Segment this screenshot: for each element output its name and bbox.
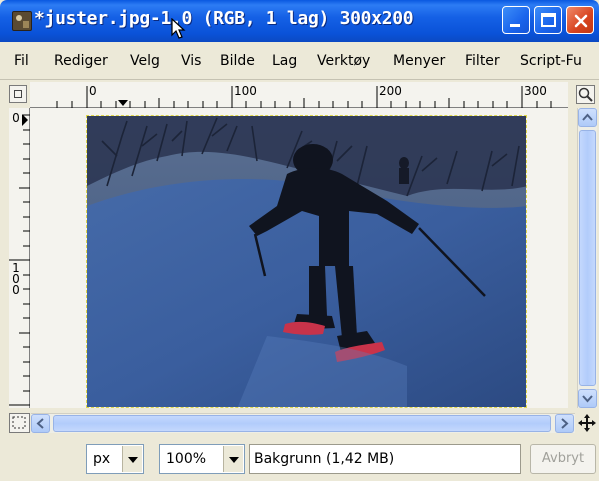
quick-mask-icon[interactable]: [9, 85, 27, 103]
menu-rediger[interactable]: Rediger: [54, 53, 108, 69]
vertical-ruler: 0 1 0 0: [9, 108, 30, 408]
minimize-icon: [510, 24, 520, 27]
zoom-value: 100%: [166, 451, 207, 467]
scroll-down-icon[interactable]: [578, 389, 597, 408]
zoom-icon[interactable]: [576, 85, 595, 104]
scroll-up-icon[interactable]: [578, 108, 597, 127]
layer-info-text: Bakgrunn (1,42 MB): [254, 451, 395, 467]
menu-script-fu[interactable]: Script-Fu: [520, 53, 582, 69]
menu-lag[interactable]: Lag: [272, 53, 297, 69]
cancel-button[interactable]: Avbryt: [530, 444, 596, 474]
skier-photo: [87, 116, 526, 407]
vruler-label-100: 1 0 0: [12, 261, 20, 297]
menu-menyer[interactable]: Menyer: [393, 53, 445, 69]
vertical-scrollbar[interactable]: [577, 108, 597, 408]
vruler-label-0: 0: [12, 111, 20, 125]
horizontal-scroll-row: [0, 410, 599, 436]
zoom-select[interactable]: 100%: [159, 444, 245, 474]
unit-select[interactable]: px: [86, 444, 144, 474]
menu-vis[interactable]: Vis: [181, 53, 201, 69]
title-bar: *juster.jpg-1.0 (RGB, 1 lag) 300x200: [0, 0, 599, 42]
status-bar: px 100% Bakgrunn (1,42 MB) Avbryt: [0, 438, 599, 481]
close-button[interactable]: [566, 6, 594, 34]
menu-filter[interactable]: Filter: [465, 53, 500, 69]
vertical-scroll-thumb[interactable]: [579, 130, 596, 386]
image-canvas[interactable]: [86, 115, 527, 408]
close-icon: [574, 14, 588, 28]
mouse-cursor-icon: [171, 18, 186, 39]
horizontal-scrollbar[interactable]: [31, 413, 575, 433]
ruler-label-300: 300: [524, 84, 547, 98]
menu-verktoy[interactable]: Verktøy: [317, 53, 370, 69]
ruler-label-200: 200: [379, 84, 402, 98]
vruler-ticks: [9, 114, 30, 406]
menu-bar: Fil Rediger Velg Vis Bilde Lag Verktøy M…: [0, 42, 599, 80]
menu-velg[interactable]: Velg: [130, 53, 160, 69]
ruler-ticks: [56, 86, 552, 108]
horizontal-scroll-thumb[interactable]: [53, 415, 551, 432]
move-icon[interactable]: [577, 413, 597, 433]
unit-value: px: [93, 451, 111, 467]
maximize-button[interactable]: [534, 6, 562, 34]
horizontal-ruler: 0 100 200 300: [30, 82, 568, 108]
maximize-icon: [541, 13, 556, 27]
scroll-left-icon[interactable]: [31, 414, 50, 433]
navigate-icon[interactable]: [9, 413, 30, 433]
window-title: *juster.jpg-1.0 (RGB, 1 lag) 300x200: [34, 8, 414, 29]
minimize-button[interactable]: [502, 6, 530, 34]
chevron-down-icon[interactable]: [223, 446, 243, 472]
menu-fil[interactable]: Fil: [14, 53, 29, 69]
ruler-label-100: 100: [234, 84, 257, 98]
layer-info: Bakgrunn (1,42 MB): [249, 444, 521, 474]
menu-bilde[interactable]: Bilde: [220, 53, 255, 69]
gimp-image-icon[interactable]: [12, 11, 32, 31]
scroll-right-icon[interactable]: [555, 414, 574, 433]
chevron-down-icon[interactable]: [122, 446, 142, 472]
pointer-marker: [118, 100, 128, 106]
ruler-label-0: 0: [89, 84, 97, 98]
